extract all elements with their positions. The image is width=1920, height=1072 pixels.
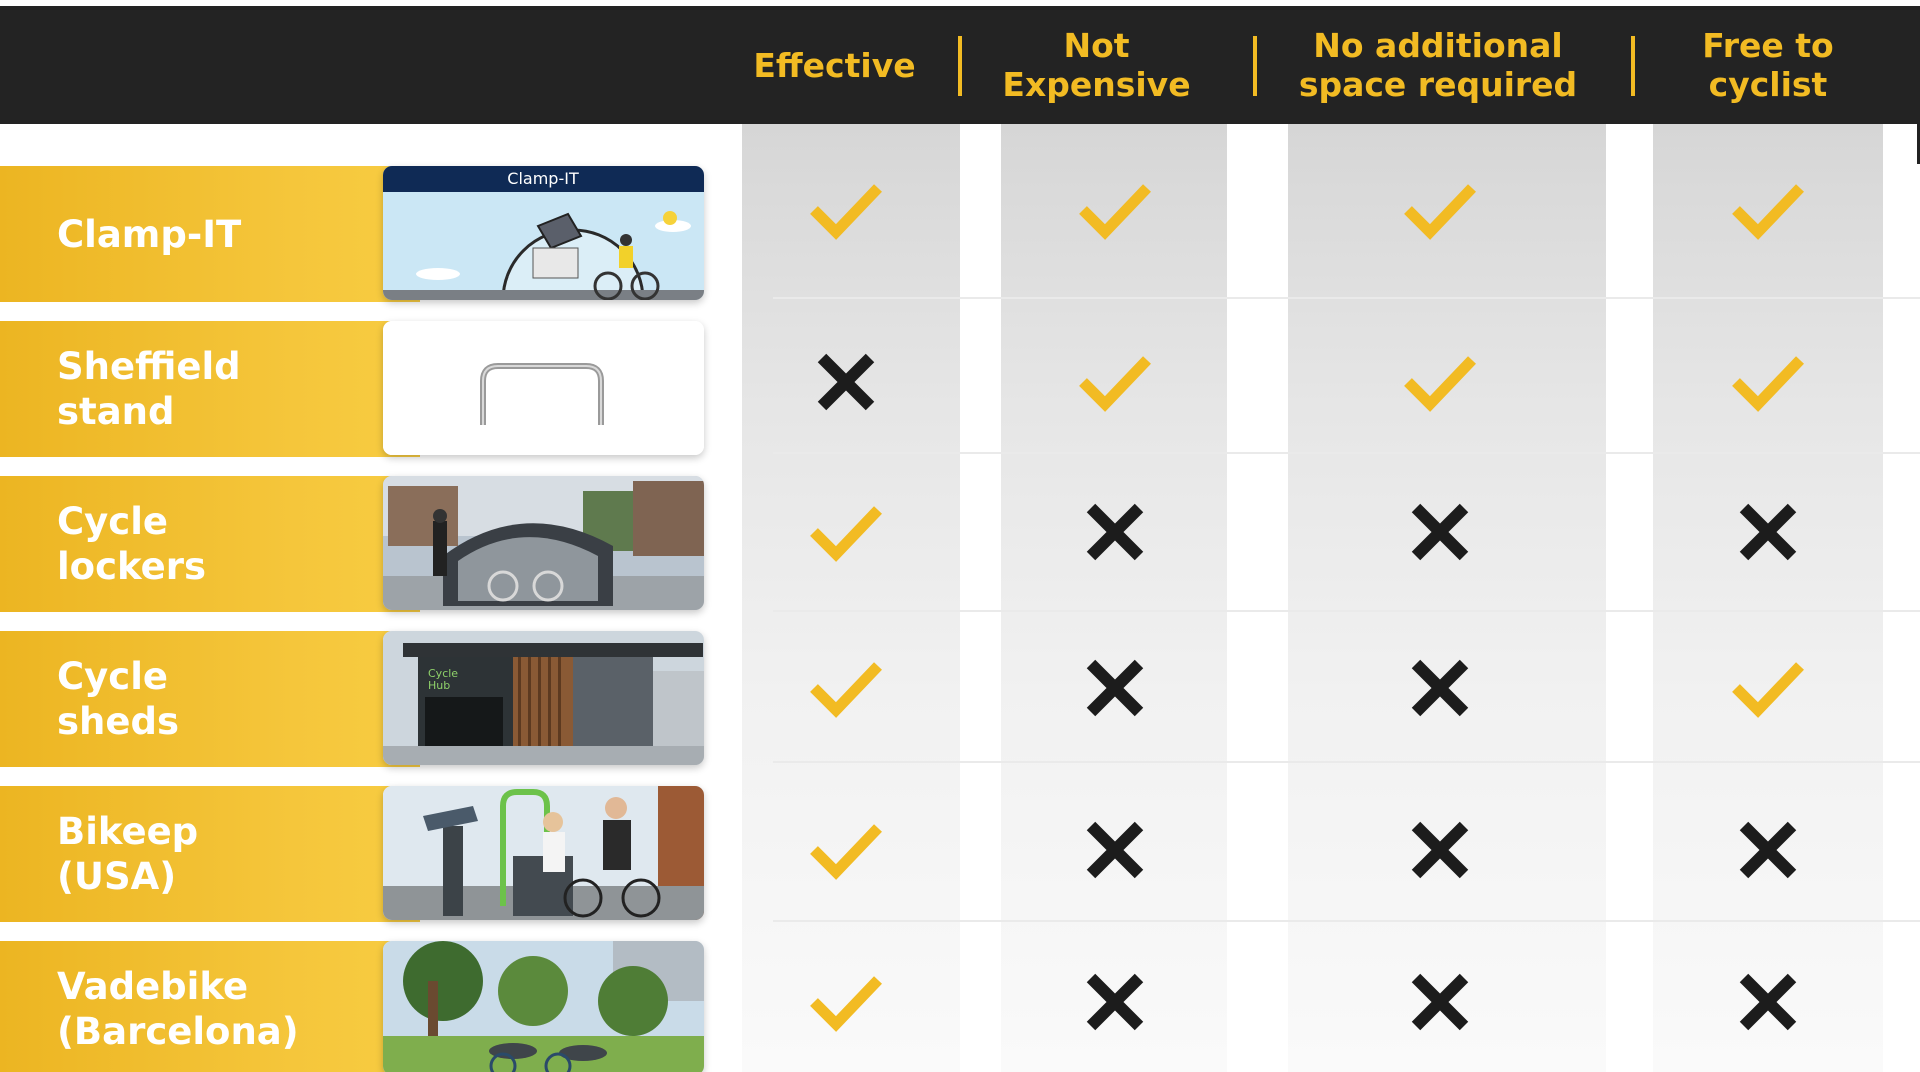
cycle-sheds-image: Cycle Hub <box>383 631 704 765</box>
clamp-it-image-title: Clamp-IT <box>507 169 579 188</box>
cross-icon <box>1075 648 1155 728</box>
header-divider <box>1253 36 1257 96</box>
column-band-free <box>1653 124 1883 1072</box>
cross-icon <box>1400 962 1480 1042</box>
header-divider <box>958 36 962 96</box>
svg-text:Hub: Hub <box>428 679 450 692</box>
column-header-not-expensive: Not Expensive <box>1002 26 1191 104</box>
check-icon <box>806 810 886 890</box>
bikeep-image <box>383 786 704 920</box>
check-icon <box>806 962 886 1042</box>
cross-icon <box>1075 962 1155 1042</box>
check-icon <box>1728 648 1808 728</box>
row-separator <box>773 297 1920 299</box>
row-separator <box>773 761 1920 763</box>
cross-icon <box>1728 962 1808 1042</box>
check-icon <box>1728 170 1808 250</box>
cycle-lockers-image <box>383 476 704 610</box>
cross-icon <box>1400 492 1480 572</box>
sheffield-stand-image <box>383 321 704 455</box>
row-separator <box>773 610 1920 612</box>
cross-icon <box>806 342 886 422</box>
column-header-free: Free to cyclist <box>1702 26 1834 104</box>
vadebike-image <box>383 941 704 1072</box>
row-separator <box>773 452 1920 454</box>
column-header-effective: Effective <box>753 45 916 85</box>
row-label-sheffield-stand: Sheffield stand <box>0 321 420 457</box>
row-label-vadebike: Vadebike (Barcelona) <box>0 941 420 1072</box>
row-separator <box>773 920 1920 922</box>
row-label-bikeep: Bikeep (USA) <box>0 786 420 922</box>
cross-icon <box>1075 492 1155 572</box>
column-header-no-space: No additional space required <box>1298 26 1578 104</box>
clamp-it-image: Clamp-IT <box>383 166 704 300</box>
row-label-clamp-it: Clamp-IT <box>0 166 420 302</box>
check-icon <box>806 492 886 572</box>
cross-icon <box>1400 810 1480 890</box>
column-band-effective <box>742 124 960 1072</box>
check-icon <box>1400 170 1480 250</box>
comparison-header: Effective Not Expensive No additional sp… <box>0 6 1920 124</box>
cross-icon <box>1400 648 1480 728</box>
check-icon <box>1400 342 1480 422</box>
check-icon <box>1728 342 1808 422</box>
cross-icon <box>1728 492 1808 572</box>
check-icon <box>806 648 886 728</box>
column-band-not-expensive <box>1001 124 1227 1072</box>
column-band-no-space <box>1288 124 1606 1072</box>
cross-icon <box>1728 810 1808 890</box>
header-divider <box>1631 36 1635 96</box>
row-label-cycle-sheds: Cycle sheds <box>0 631 420 767</box>
check-icon <box>1075 170 1155 250</box>
check-icon <box>806 170 886 250</box>
check-icon <box>1075 342 1155 422</box>
row-label-cycle-lockers: Cycle lockers <box>0 476 420 612</box>
cross-icon <box>1075 810 1155 890</box>
